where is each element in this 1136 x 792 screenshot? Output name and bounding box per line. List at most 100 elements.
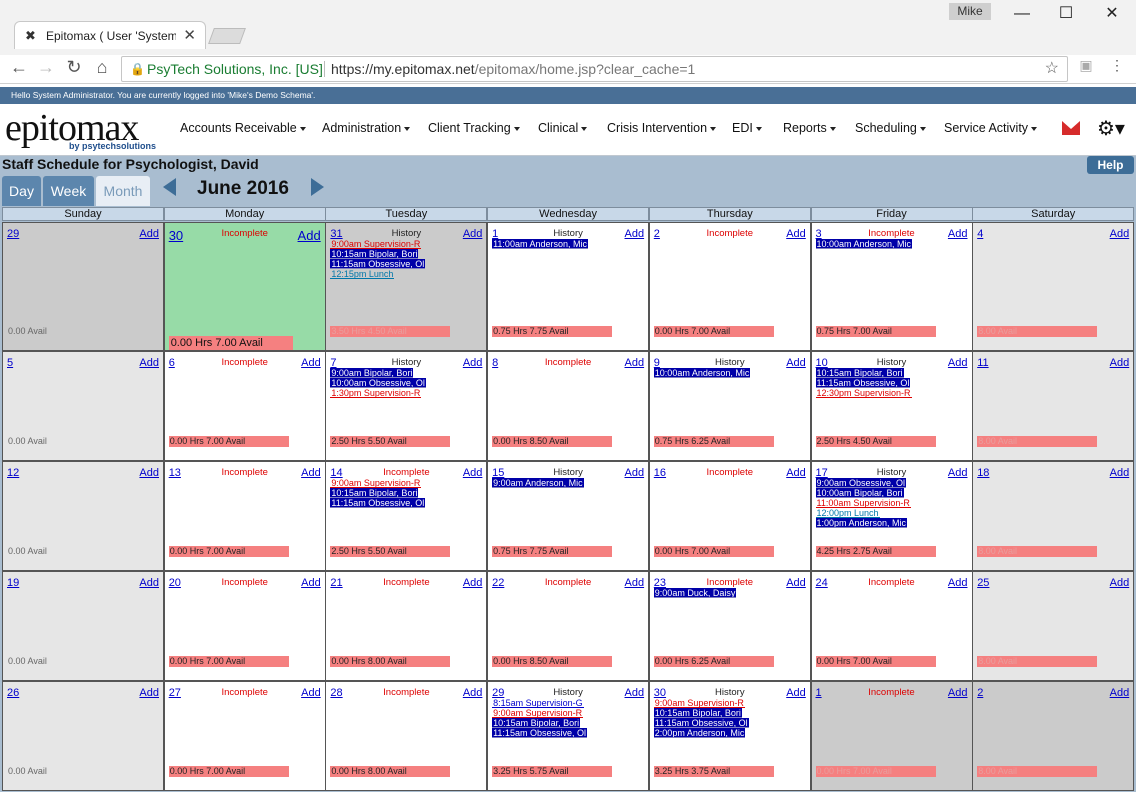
day-cell[interactable]: 12 Add 0.00 Avail xyxy=(2,461,164,571)
appointment-entry[interactable]: 12:00pm Lunch xyxy=(815,508,880,518)
menu-clinical[interactable]: Clinical xyxy=(538,121,587,135)
close-tab-icon[interactable]: ✕ xyxy=(183,26,196,44)
add-appointment-link[interactable]: Add xyxy=(625,357,645,369)
add-appointment-link[interactable]: Add xyxy=(948,467,968,479)
add-appointment-link[interactable]: Add xyxy=(1110,228,1130,240)
appointment-entry[interactable]: 11:15am Obsessive, Ol xyxy=(492,728,587,738)
appointment-entry[interactable]: 1:00pm Anderson, Mic xyxy=(815,518,908,528)
add-appointment-link[interactable]: Add xyxy=(463,228,483,240)
appointment-entry[interactable]: 12:30pm Supervision-R xyxy=(815,388,912,398)
day-cell[interactable]: 22 Incomplete Add 0.00 Hrs 8.50 Avail xyxy=(487,571,650,681)
appointment-entry[interactable]: 9:00am Supervision-R xyxy=(492,708,584,718)
add-appointment-link[interactable]: Add xyxy=(786,687,806,699)
appointment-entry[interactable]: 10:00am Obsessive, Ol xyxy=(330,378,426,388)
add-appointment-link[interactable]: Add xyxy=(139,577,159,589)
add-appointment-link[interactable]: Add xyxy=(786,577,806,589)
day-cell[interactable]: 31 History Add 9:00am Supervision-R 10:15am … xyxy=(325,222,488,351)
add-appointment-link[interactable]: Add xyxy=(139,357,159,369)
day-number-link[interactable]: 11 xyxy=(977,357,988,369)
epitomax-logo[interactable]: epitomax by psytechsolutions xyxy=(5,108,165,156)
day-cell[interactable]: 1 History Add 11:00am Anderson, Mic 0.75 Hrs… xyxy=(487,222,650,351)
add-appointment-link[interactable]: Add xyxy=(948,228,968,240)
day-number-link[interactable]: 5 xyxy=(7,357,13,369)
day-cell[interactable]: 8 Incomplete Add 0.00 Hrs 8.50 Avail xyxy=(487,351,650,461)
day-number-link[interactable]: 26 xyxy=(7,687,19,699)
add-appointment-link[interactable]: Add xyxy=(1110,467,1130,479)
appointment-entry[interactable]: 9:00am Obsessive, Ol xyxy=(815,478,907,488)
view-month-button[interactable]: Month xyxy=(96,176,150,206)
home-icon[interactable]: ⌂ xyxy=(91,57,113,78)
browser-tab[interactable]: ✖ Epitomax ( User 'System ✕ xyxy=(14,21,206,49)
close-window-icon[interactable]: ✕ xyxy=(1089,2,1135,26)
appointment-entry[interactable]: 9:00am Bipolar, Bori xyxy=(330,368,414,378)
day-cell[interactable]: 5 Add 0.00 Avail xyxy=(2,351,164,461)
bookmark-star-icon[interactable]: ☆ xyxy=(1045,57,1059,81)
day-cell[interactable]: 7 History Add 9:00am Bipolar, Bori 10:00am O… xyxy=(325,351,488,461)
day-cell[interactable]: 21 Incomplete Add 0.00 Hrs 8.00 Avail xyxy=(325,571,488,681)
day-cell[interactable]: 4 Add 8.00 Avail xyxy=(972,222,1135,351)
appointment-entry[interactable]: 2:00pm Anderson, Mic xyxy=(653,728,746,738)
appointment-entry[interactable]: 11:15am Obsessive, Ol xyxy=(330,259,426,269)
menu-edi[interactable]: EDI xyxy=(732,121,762,135)
add-appointment-link[interactable]: Add xyxy=(786,357,806,369)
day-cell[interactable]: 29 Add 0.00 Avail xyxy=(2,222,164,351)
add-appointment-link[interactable]: Add xyxy=(625,577,645,589)
appointment-entry[interactable]: 10:00am Anderson, Mic xyxy=(815,239,913,249)
day-cell[interactable]: 13 Incomplete Add 0.00 Hrs 7.00 Avail xyxy=(163,461,326,571)
add-appointment-link[interactable]: Add xyxy=(948,687,968,699)
appointment-entry[interactable]: 11:00am Anderson, Mic xyxy=(492,239,588,249)
prev-month-icon[interactable] xyxy=(163,178,176,196)
forward-icon[interactable]: → xyxy=(35,57,57,78)
appointment-entry[interactable]: 10:00am Anderson, Mic xyxy=(653,368,751,378)
add-appointment-link[interactable]: Add xyxy=(463,577,483,589)
day-number-link[interactable]: 12 xyxy=(7,467,19,479)
day-cell[interactable]: 16 Incomplete Add 0.00 Hrs 7.00 Avail xyxy=(648,461,811,571)
add-appointment-link[interactable]: Add xyxy=(625,687,645,699)
back-icon[interactable]: ← xyxy=(8,57,30,78)
appointment-entry[interactable]: 10:15am Bipolar, Bori xyxy=(492,718,581,728)
day-cell[interactable]: 6 Incomplete Add 0.00 Hrs 7.00 Avail xyxy=(163,351,326,461)
day-cell[interactable]: 2 Incomplete Add 0.00 Hrs 7.00 Avail xyxy=(648,222,811,351)
day-number-link[interactable]: 18 xyxy=(977,467,989,479)
day-number-link[interactable]: 25 xyxy=(977,577,989,589)
add-appointment-link[interactable]: Add xyxy=(463,357,483,369)
add-appointment-link[interactable]: Add xyxy=(301,357,321,369)
appointment-entry[interactable]: 12:15pm Lunch xyxy=(330,269,395,279)
new-tab-button[interactable] xyxy=(208,28,246,44)
day-number-link[interactable]: 2 xyxy=(977,687,983,699)
add-appointment-link[interactable]: Add xyxy=(298,228,321,243)
menu-scheduling[interactable]: Scheduling xyxy=(855,121,926,135)
add-appointment-link[interactable]: Add xyxy=(1110,357,1130,369)
mail-icon[interactable] xyxy=(1062,121,1080,135)
menu-service-activity[interactable]: Service Activity xyxy=(944,121,1037,135)
maximize-icon[interactable]: ☐ xyxy=(1043,2,1089,26)
day-cell[interactable]: 29 History Add 8:15am Supervision-G 9:00am S… xyxy=(487,681,650,791)
add-appointment-link[interactable]: Add xyxy=(301,577,321,589)
add-appointment-link[interactable]: Add xyxy=(139,467,159,479)
gear-icon[interactable]: ⚙▾ xyxy=(1097,116,1125,141)
appointment-entry[interactable]: 9:00am Anderson, Mic xyxy=(492,478,584,488)
profile-button[interactable]: Mike xyxy=(949,3,991,20)
day-cell[interactable]: 17 History Add 9:00am Obsessive, Ol 10:00am … xyxy=(810,461,973,571)
appointment-entry[interactable]: 9:00am Supervision-R xyxy=(330,478,422,488)
menu-reports[interactable]: Reports xyxy=(783,121,836,135)
add-appointment-link[interactable]: Add xyxy=(139,687,159,699)
day-cell[interactable]: 23 Incomplete Add 9:00am Duck, Daisy 0.00 Hr… xyxy=(648,571,811,681)
appointment-entry[interactable]: 10:15am Bipolar, Bori xyxy=(815,368,904,378)
appointment-entry[interactable]: 11:15am Obsessive, Ol xyxy=(815,378,911,388)
appointment-entry[interactable]: 11:15am Obsessive, Ol xyxy=(330,498,426,508)
day-cell[interactable]: 2 Add 8.00 Avail xyxy=(972,681,1135,791)
add-appointment-link[interactable]: Add xyxy=(625,228,645,240)
add-appointment-link[interactable]: Add xyxy=(1110,687,1130,699)
next-month-icon[interactable] xyxy=(311,178,324,196)
add-appointment-link[interactable]: Add xyxy=(301,687,321,699)
appointment-entry[interactable]: 1:30pm Supervision-R xyxy=(330,388,422,398)
day-cell[interactable]: 15 History Add 9:00am Anderson, Mic 0.75 Hrs… xyxy=(487,461,650,571)
view-day-button[interactable]: Day xyxy=(2,176,41,206)
day-cell[interactable]: 18 Add 8.00 Avail xyxy=(972,461,1135,571)
add-appointment-link[interactable]: Add xyxy=(463,687,483,699)
address-bar[interactable]: 🔒 PsyTech Solutions, Inc. [US] https://m… xyxy=(121,56,1068,82)
appointment-entry[interactable]: 10:15am Bipolar, Bori xyxy=(330,249,419,259)
menu-administration[interactable]: Administration xyxy=(322,121,410,135)
day-cell[interactable]: 11 Add 8.00 Avail xyxy=(972,351,1135,461)
